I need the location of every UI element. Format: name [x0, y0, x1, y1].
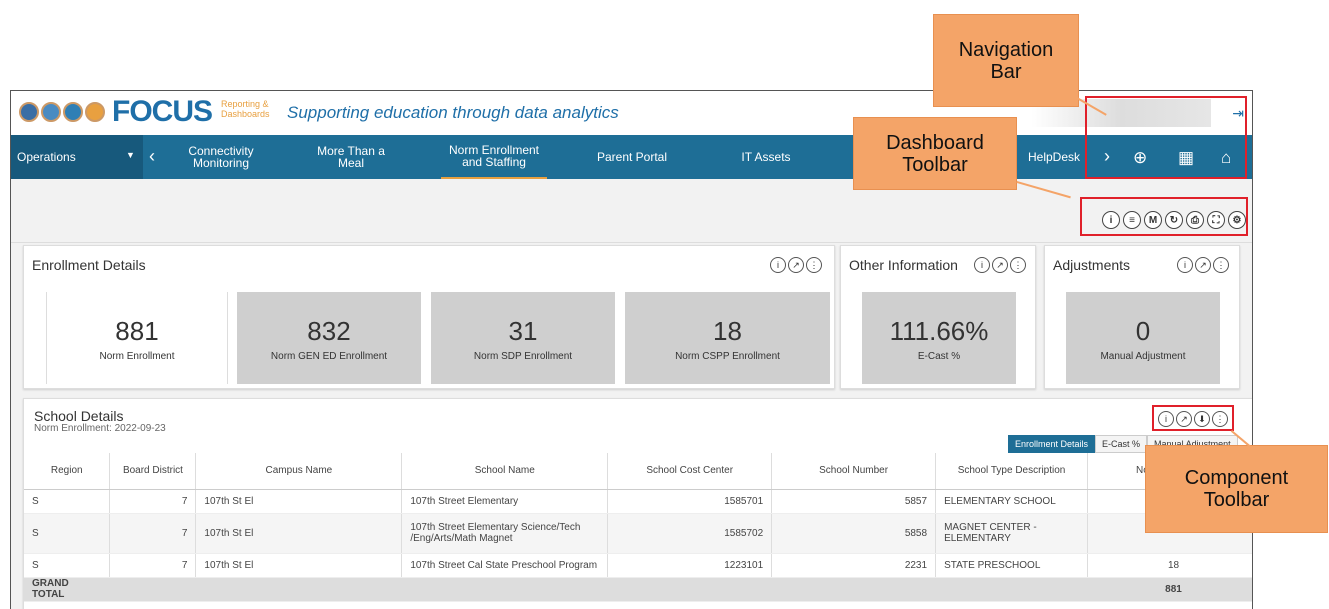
nav-item-more-than-a-meal[interactable]: More Than a Meal [301, 135, 401, 179]
column-header[interactable]: Region [24, 453, 111, 490]
more-icon[interactable]: ⋮ [1213, 257, 1229, 273]
kpi-cspp: 18 Norm CSPP Enrollment [625, 292, 830, 384]
kpi-norm-enrollment: 881 Norm Enrollment [46, 292, 228, 384]
tagline: Supporting education through data analyt… [287, 103, 619, 122]
card-title: School Details [34, 408, 124, 424]
nav-item-norm-enrollment[interactable]: Norm Enrollment and Staffing [441, 135, 547, 179]
brand-subtitle: Reporting & Dashboards [221, 99, 270, 119]
adjustments-card: Adjustments i ↗ ⋮ 0 Manual Adjustment [1044, 245, 1240, 389]
table-row[interactable]: S 7 107th St El 107th Street Elementary 1585… [24, 489, 1252, 514]
dashboard-toolbar: i ≡ M ↻ ⎙ ⛶ ⚙ [11, 181, 1252, 243]
expand-icon[interactable]: ↗ [1195, 257, 1211, 273]
grand-total-row: GRAND TOTAL 881 [24, 577, 1252, 602]
expand-icon[interactable]: ↗ [788, 257, 804, 273]
logo-icon [19, 102, 39, 122]
chevron-left-icon[interactable]: ‹ [149, 146, 155, 167]
column-header[interactable]: School Cost Center [607, 453, 773, 490]
card-title: Enrollment Details [32, 257, 146, 273]
more-icon[interactable]: ⋮ [806, 257, 822, 273]
tab-enrollment-details[interactable]: Enrollment Details [1008, 435, 1096, 453]
enrollment-details-card: Enrollment Details i ↗ ⋮ 881 Norm Enrollm… [23, 245, 835, 389]
dashboard-toolbar-highlight [1080, 197, 1248, 236]
info-icon[interactable]: i [770, 257, 786, 273]
navigation-bar: Operations ▼ ‹ Connectivity Monitoring Mor… [11, 135, 1252, 179]
partner-logos [19, 102, 105, 122]
dashboard-toolbar-callout: Dashboard Toolbar [853, 117, 1017, 190]
logo-icon [63, 102, 83, 122]
expand-icon[interactable]: ↗ [992, 257, 1008, 273]
brand-name: FOCUS [112, 95, 213, 128]
app-window: FOCUS Reporting & Dashboards Supporting e… [10, 90, 1253, 609]
caret-down-icon: ▼ [126, 150, 135, 160]
kpi-ecast: 111.66% E-Cast % [862, 292, 1016, 384]
logo-icon [85, 102, 105, 122]
component-toolbar-callout: Component Toolbar [1145, 445, 1328, 533]
column-header[interactable]: School Number [771, 453, 937, 490]
more-icon[interactable]: ⋮ [1010, 257, 1026, 273]
navigation-bar-highlight [1085, 96, 1247, 179]
kpi-sdp: 31 Norm SDP Enrollment [431, 292, 615, 384]
school-details-table: Region Board District Campus Name School… [24, 453, 1252, 602]
component-toolbar-highlight [1152, 405, 1234, 431]
column-header[interactable]: Campus Name [195, 453, 403, 490]
navigation-bar-callout: Navigation Bar [933, 14, 1079, 107]
kpi-gen-ed: 832 Norm GEN ED Enrollment [237, 292, 421, 384]
nav-item-helpdesk[interactable]: HelpDesk [1019, 135, 1089, 179]
nav-item-connectivity[interactable]: Connectivity Monitoring [171, 135, 271, 179]
school-details-card: School Details Norm Enrollment: 2022-09-… [23, 398, 1252, 609]
table-row[interactable]: S 7 107th St El 107th Street Cal State Pres… [24, 553, 1252, 578]
tab-ecast[interactable]: E-Cast % [1095, 435, 1148, 453]
info-icon[interactable]: i [974, 257, 990, 273]
card-title: Other Information [849, 257, 958, 273]
column-header[interactable]: School Name [401, 453, 609, 490]
nav-item-parent-portal[interactable]: Parent Portal [587, 135, 677, 179]
kpi-manual-adjustment: 0 Manual Adjustment [1066, 292, 1220, 384]
other-information-card: Other Information i ↗ ⋮ 111.66% E-Cast % [840, 245, 1036, 389]
column-header[interactable]: School Type Description [935, 453, 1089, 490]
card-subtitle: Norm Enrollment: 2022-09-23 [34, 423, 166, 434]
nav-item-it-assets[interactable]: IT Assets [731, 135, 801, 179]
card-title: Adjustments [1053, 257, 1131, 273]
nav-dropdown-operations[interactable]: Operations ▼ [11, 135, 143, 179]
logo-icon [41, 102, 61, 122]
table-row[interactable]: S 7 107th St El 107th Street Elementary Sci… [24, 513, 1252, 554]
column-header[interactable]: Board District [109, 453, 197, 490]
info-icon[interactable]: i [1177, 257, 1193, 273]
